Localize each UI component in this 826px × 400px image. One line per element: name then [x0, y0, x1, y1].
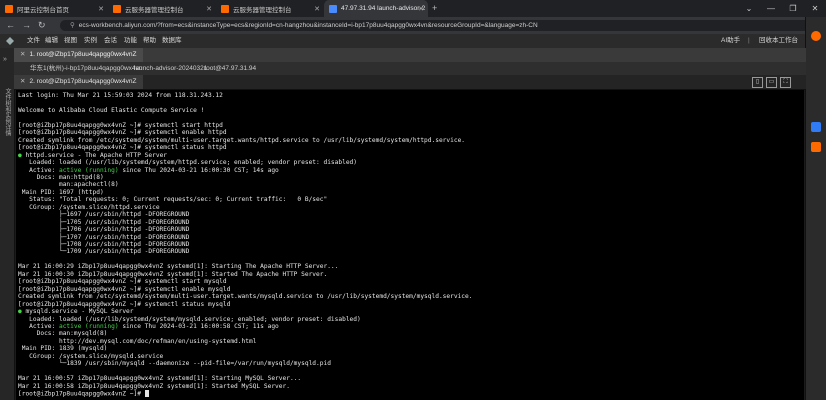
maximize-icon[interactable]: ❐	[782, 0, 804, 17]
menu-instance[interactable]: 实例	[84, 34, 97, 48]
window-controls: ⌄ — ❐ ✕	[738, 0, 826, 17]
divider: |	[748, 37, 750, 44]
instance-host: root@47.97.31.94	[204, 65, 257, 72]
session-tab-label: 2. root@iZbp17p8uu4qapgg0wx4vnZ	[29, 78, 137, 85]
menu-help[interactable]: 帮助	[143, 34, 156, 48]
terminal-line: └─1709 /usr/sbin/httpd -DFOREGROUND	[18, 248, 190, 256]
terminal-line: Last login: Thu Mar 21 15:59:03 2024 fro…	[18, 92, 223, 99]
tab-search-icon[interactable]: ⌄	[738, 0, 760, 17]
assistant-icon[interactable]	[811, 122, 821, 132]
terminal-favicon-icon	[329, 4, 337, 13]
terminal-line: └─1839 /usr/sbin/mysqld --daemonize --pi…	[18, 360, 331, 368]
ai-assistant-button[interactable]: AI助手	[721, 34, 740, 48]
instance-info-bar: 华东1(杭州)-i-bp17p8uu4qapgg0wx4vn launch-ad…	[14, 62, 806, 75]
new-tab-button[interactable]: +	[432, 3, 437, 13]
close-icon[interactable]: ✕	[314, 5, 320, 13]
browser-tab-bar: 阿里云控制台首页 ✕ 云服务器管理控制台 ✕ 云服务器管理控制台 ✕ 47.97…	[0, 0, 826, 17]
session-tab[interactable]: ✕ 2. root@iZbp17p8uu4qapgg0wx4vnZ	[14, 75, 143, 89]
terminal-cursor	[144, 390, 149, 397]
tab-label: 47.97.31.94 launch-advisor-2	[341, 5, 426, 12]
expand-icon[interactable]: »	[3, 56, 7, 63]
menu-session[interactable]: 会话	[104, 34, 117, 48]
tab-label: 阿里云控制台首页	[17, 6, 69, 14]
site-info-icon[interactable]: ⚲	[70, 22, 75, 29]
workbench-tab[interactable]: ✕ 1. root@iZbp17p8uu4qapgg0wx4vnZ	[14, 48, 143, 62]
menu-file[interactable]: 文件	[27, 34, 40, 48]
browser-tab[interactable]: 阿里云控制台首页 ✕	[0, 0, 108, 17]
return-workbench-button[interactable]: 回收本工作台	[759, 34, 798, 48]
aliyun-favicon-icon	[113, 4, 121, 13]
menu-database[interactable]: 数据库	[162, 34, 182, 48]
browser-tab-active[interactable]: 47.97.31.94 launch-advisor-2 ✕	[324, 0, 428, 17]
menu-features[interactable]: 功能	[124, 34, 137, 48]
message-icon[interactable]	[811, 142, 821, 152]
instance-name: launch-advisor-20240321	[134, 65, 208, 72]
split-vertical-icon[interactable]: ▯	[752, 77, 763, 88]
workbench-tab-strip: ✕ 1. root@iZbp17p8uu4qapgg0wx4vnZ	[14, 48, 806, 62]
terminal-line: [root@iZbp17p8uu4qapgg0wx4vnZ ~]#	[18, 390, 149, 398]
aliyun-favicon-icon	[5, 4, 13, 13]
session-tab-close-icon[interactable]: ✕	[20, 78, 25, 85]
address-bar: ← → ↻ ⚲ ecs-workbench.aliyun.com/?from=ec…	[0, 17, 826, 34]
tab-label: 云服务器管理控制台	[125, 6, 184, 14]
session-tab-bar: ✕ 2. root@iZbp17p8uu4qapgg0wx4vnZ ▯ ▭ ⛶	[14, 75, 806, 90]
right-side-panel	[805, 17, 826, 400]
url-text: ecs-workbench.aliyun.com/?from=ecs&insta…	[78, 22, 538, 29]
browser-tab[interactable]: 云服务器管理控制台 ✕	[108, 0, 216, 17]
left-side-strip: 文件树和实例详情 »	[0, 48, 15, 400]
close-icon[interactable]: ✕	[206, 5, 212, 13]
terminal-output[interactable]: Last login: Thu Mar 21 15:59:03 2024 fro…	[16, 90, 804, 400]
workbench-tab-label: 1. root@iZbp17p8uu4qapgg0wx4vnZ	[29, 51, 137, 58]
url-input[interactable]: ⚲ ecs-workbench.aliyun.com/?from=ecs&inst…	[60, 20, 810, 31]
close-icon[interactable]: ✕	[418, 5, 424, 13]
instance-region-id: 华东1(杭州)-i-bp17p8uu4qapgg0wx4vn	[30, 65, 143, 72]
user-avatar-icon[interactable]	[811, 31, 821, 41]
fullscreen-icon[interactable]: ⛶	[780, 77, 791, 88]
close-window-icon[interactable]: ✕	[804, 0, 826, 17]
browser-tab[interactable]: 云服务器管理控制台 ✕	[216, 0, 324, 17]
aliyun-favicon-icon	[221, 4, 229, 13]
split-horizontal-icon[interactable]: ▭	[766, 77, 777, 88]
reload-icon[interactable]: ↻	[38, 19, 46, 32]
forward-icon[interactable]: →	[22, 19, 31, 32]
back-icon[interactable]: ←	[6, 19, 15, 32]
tab-close-icon[interactable]: ✕	[20, 51, 25, 58]
terminal-line: Welcome to Alibaba Cloud Elastic Compute…	[18, 106, 205, 114]
workbench-logo-icon	[6, 34, 18, 48]
file-tree-toggle[interactable]: 文件树和实例详情	[3, 88, 12, 136]
menu-view[interactable]: 视图	[64, 34, 77, 48]
menu-edit[interactable]: 编辑	[45, 34, 58, 48]
minimize-icon[interactable]: —	[760, 0, 782, 17]
workbench-menu-bar: 文件 编辑 视图 实例 会话 功能 帮助 数据库 AI助手 | 回收本工作台	[0, 34, 806, 49]
close-icon[interactable]: ✕	[98, 5, 104, 13]
tab-label: 云服务器管理控制台	[233, 6, 292, 14]
